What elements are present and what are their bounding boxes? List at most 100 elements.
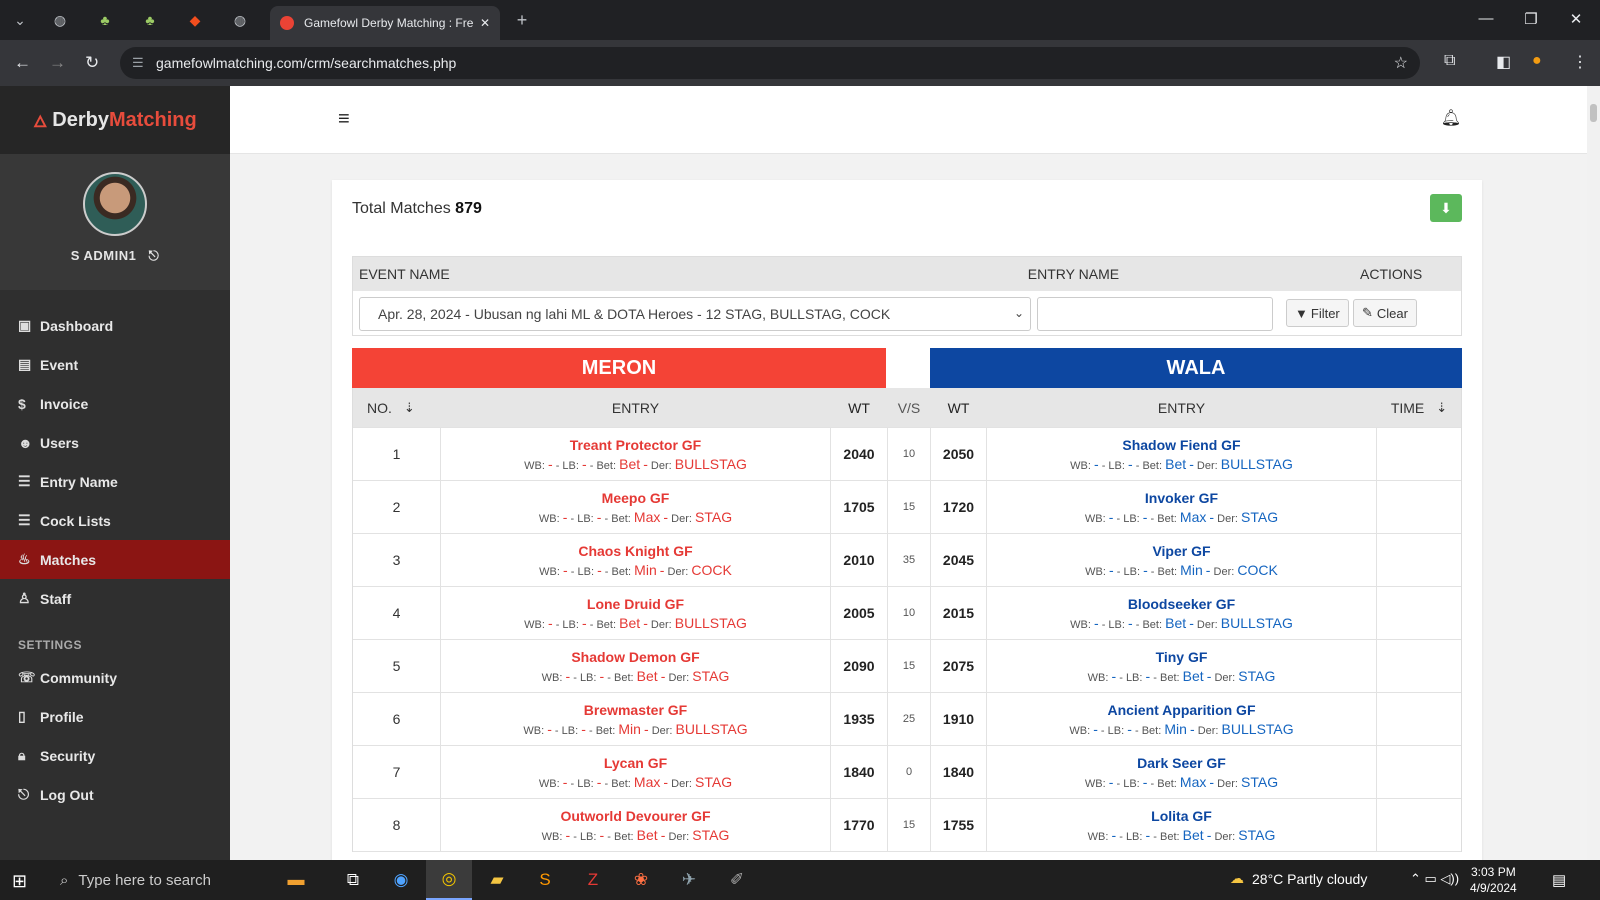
wala-entry-name[interactable]: Shadow Fiend GF — [1122, 437, 1240, 453]
brand-logo[interactable]: 🜂 Derby Matching — [0, 86, 230, 154]
figma-tab-icon[interactable]: ◆ — [185, 10, 205, 30]
event-select[interactable]: Apr. 28, 2024 - Ubusan ng lahi ML & DOTA… — [359, 297, 1031, 331]
taskbar-search[interactable]: ⌕ Type here to search — [48, 860, 248, 900]
meron-entry-name[interactable]: Chaos Knight GF — [578, 543, 692, 559]
extensions-icon[interactable]: ⧉ — [1444, 52, 1455, 70]
bookmark-star-icon[interactable]: ☆ — [1394, 53, 1408, 73]
filter-button[interactable]: ▼ Filter — [1286, 299, 1349, 327]
no-column-header[interactable]: NO. ⇣ — [353, 388, 441, 427]
forward-icon[interactable]: → — [49, 53, 66, 73]
filezilla-icon[interactable]: Z — [570, 860, 616, 900]
avatar[interactable] — [83, 172, 147, 236]
download-button[interactable]: ⬇ — [1430, 194, 1462, 222]
wb-label: WB: — [539, 565, 560, 578]
wala-entry-name[interactable]: Ancient Apparition GF — [1107, 702, 1255, 718]
sidebar-item-dashboard[interactable]: ▣ Dashboard — [0, 306, 230, 345]
clock[interactable]: 3:03 PM 4/9/2024 — [1470, 864, 1517, 896]
tree-tab-icon[interactable]: ♣ — [95, 10, 115, 30]
wala-entry-name[interactable]: Viper GF — [1152, 543, 1210, 559]
sidebar-item-invoice[interactable]: $ Invoice — [0, 384, 230, 423]
meron-entry-name[interactable]: Treant Protector GF — [570, 437, 701, 453]
new-tab-icon[interactable]: + — [512, 10, 532, 30]
browser-menu-icon[interactable]: ⋮ — [1572, 52, 1588, 72]
meron-entry-name[interactable]: Lone Druid GF — [587, 596, 684, 612]
clear-button[interactable]: ✎ Clear — [1353, 299, 1417, 327]
windows-start-icon[interactable]: ⊞ — [12, 871, 27, 892]
meron-entry-name[interactable]: Outworld Devourer GF — [560, 808, 710, 824]
vs-header: V/S — [897, 399, 921, 416]
meron-weight: 1840 — [843, 764, 875, 780]
meron-entry: Meepo GF WB: - - LB: - - Bet: Max - Der: … — [441, 481, 831, 533]
sidebar-item-users[interactable]: ☻ Users — [0, 423, 230, 462]
wala-entry-name[interactable]: Invoker GF — [1145, 490, 1218, 506]
active-browser-tab[interactable]: Gamefowl Derby Matching : Fre ✕ — [270, 6, 500, 40]
vs-difference: 10 — [887, 587, 931, 639]
meron-entry-name[interactable]: Brewmaster GF — [584, 702, 687, 718]
sort-icon[interactable]: ⇣ — [404, 400, 415, 416]
back-icon[interactable]: ← — [14, 53, 31, 73]
wala-entry-name[interactable]: Bloodseeker GF — [1128, 596, 1235, 612]
total-matches: Total Matches 879 — [352, 200, 482, 218]
sidebar-item-community[interactable]: ☏ Community — [0, 658, 230, 697]
globe-tab-icon[interactable]: ◍ — [50, 10, 70, 30]
logout-icon[interactable]: ⎋ — [148, 248, 159, 263]
notification-icon[interactable]: ▤ — [1552, 871, 1566, 889]
file-explorer-icon[interactable]: ▰ — [474, 860, 520, 900]
site-info-icon[interactable]: ☰ — [132, 55, 144, 71]
meron-entry-name[interactable]: Lycan GF — [604, 755, 667, 771]
der-value: STAG — [1238, 667, 1276, 684]
minimize-icon[interactable]: — — [1474, 10, 1498, 30]
sidebar-item-staff[interactable]: ♙ Staff — [0, 579, 230, 618]
sidebar-item-security[interactable]: 🔒︎ Security — [0, 736, 230, 775]
sidebar-item-entry-name[interactable]: ☰ Entry Name — [0, 462, 230, 501]
separator: - — [589, 618, 594, 631]
sidebar-item-matches[interactable]: ♨ Matches — [0, 540, 230, 579]
globe-tab-icon-2[interactable]: ◍ — [230, 10, 250, 30]
close-tab-icon[interactable]: ✕ — [480, 16, 490, 30]
total-matches-label: Total Matches — [352, 200, 451, 217]
hamburger-menu-icon[interactable]: ≡ — [338, 108, 350, 131]
separator: - — [663, 773, 669, 790]
sidebar-item-cock-lists[interactable]: ☰ Cock Lists — [0, 501, 230, 540]
signal-app-icon[interactable]: ◉ — [378, 860, 424, 900]
sidebar-item-event[interactable]: ▤ Event — [0, 345, 230, 384]
tree-tab-icon-2[interactable]: ♣ — [140, 10, 160, 30]
weather-widget[interactable]: ☁ 28°C Partly cloudy — [1230, 870, 1367, 887]
sort-icon-2[interactable]: ⇣ — [1436, 400, 1447, 416]
restore-icon[interactable]: ❐ — [1519, 10, 1543, 30]
bell-icon[interactable]: 🔔︎ — [1441, 108, 1461, 128]
task-view-icon[interactable]: ⧉ — [330, 860, 376, 900]
news-widget-icon[interactable]: ▬ — [266, 860, 326, 900]
meron-entry-name[interactable]: Meepo GF — [602, 490, 670, 506]
address-bar[interactable]: ☰ gamefowlmatching.com/crm/searchmatches… — [120, 47, 1420, 79]
wala-weight: 1720 — [931, 481, 987, 533]
page-scrollbar[interactable] — [1587, 86, 1600, 860]
scrollbar-thumb[interactable] — [1590, 104, 1597, 122]
colorful-app-icon[interactable]: ❀ — [618, 860, 664, 900]
time-column-header[interactable]: TIME ⇣ — [1377, 388, 1461, 427]
dashboard-icon: ▣ — [18, 317, 32, 333]
close-window-icon[interactable]: ✕ — [1564, 10, 1588, 30]
download-icon: ⬇ — [1440, 199, 1452, 216]
wala-entry-name[interactable]: Lolita GF — [1151, 808, 1212, 824]
sidebar-item-label: Users — [40, 434, 79, 451]
wala-entry: Ancient Apparition GF WB: - - LB: - - Bet… — [987, 693, 1377, 745]
wb-value: - — [1093, 720, 1098, 737]
meron-entry-name[interactable]: Shadow Demon GF — [571, 649, 699, 665]
rhino-app-icon[interactable]: ✈ — [666, 860, 712, 900]
sidebar-item-logout[interactable]: ⎋ Log Out — [0, 775, 230, 814]
profile-avatar-icon[interactable]: ● — [1532, 52, 1542, 70]
side-panel-icon[interactable]: ◧ — [1496, 52, 1511, 72]
reload-icon[interactable]: ↻ — [85, 53, 99, 73]
chrome-app-icon[interactable]: ◎ — [426, 860, 472, 900]
paint-app-icon[interactable]: ✐ — [714, 860, 760, 900]
sublime-text-icon[interactable]: S — [522, 860, 568, 900]
sidebar-item-profile[interactable]: ▯ Profile — [0, 697, 230, 736]
wala-entry-name[interactable]: Dark Seer GF — [1137, 755, 1226, 771]
tab-search-dropdown-icon[interactable]: ⌄ — [10, 10, 30, 30]
system-tray-icons[interactable]: ⌃ ▭ ◁)) — [1410, 871, 1459, 887]
wala-entry-name[interactable]: Tiny GF — [1156, 649, 1208, 665]
entry-name-input[interactable] — [1037, 297, 1273, 331]
der-label: Der: — [671, 777, 692, 790]
der-value: COCK — [1237, 561, 1278, 578]
